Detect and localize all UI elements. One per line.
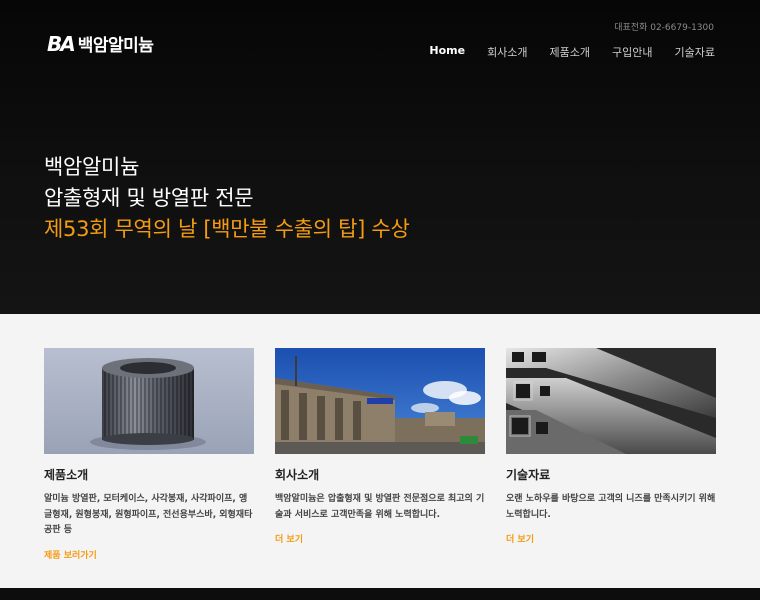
card-desc: 백암알미늄은 압출형재 및 방열판 전문점으로 최고의 기술과 서비스로 고객만… xyxy=(275,494,485,520)
logo-mark: BA xyxy=(47,31,76,56)
hero-tagline: 압출형재 및 방열판 전문 xyxy=(44,186,254,210)
nav-company[interactable]: 회사소개 xyxy=(487,44,527,60)
nav-home[interactable]: Home xyxy=(429,44,465,60)
building-image[interactable] xyxy=(275,348,485,454)
card-link[interactable]: 제품 보러가기 xyxy=(44,548,97,561)
hero-text: 백암알미늄 압출형재 및 방열판 전문 제53회 무역의 날 [백만불 수출의 … xyxy=(44,152,410,245)
card-title: 회사소개 xyxy=(275,468,320,482)
card-link[interactable]: 더 보기 xyxy=(275,532,303,545)
card-products: 제품소개 알미늄 방열판, 모터케이스, 사각봉재, 사각파이프, 앵글형재, … xyxy=(44,348,254,562)
profiles-image[interactable] xyxy=(506,348,716,454)
logo-text: 백암알미늄 xyxy=(77,36,154,56)
card-title: 기술자료 xyxy=(506,468,551,482)
card-company: 회사소개 백암알미늄은 압출형재 및 방열판 전문점으로 최고의 기술과 서비스… xyxy=(275,348,485,562)
hero-banner: BA 백암알미늄 대표전화 02-6679-1300 Home 회사소개 제품소… xyxy=(0,0,760,314)
hero-award: 제53회 무역의 날 [백만불 수출의 탑] 수상 xyxy=(44,217,410,241)
phone-number: 대표전화 02-6679-1300 xyxy=(614,23,714,33)
card-desc: 오랜 노하우를 바탕으로 고객의 니즈를 만족시키기 위해 노력합니다. xyxy=(506,494,716,520)
main-nav: Home 회사소개 제품소개 구입안내 기술자료 xyxy=(429,44,715,60)
logo[interactable]: BA 백암알미늄 xyxy=(47,31,154,57)
card-desc: 알미늄 방열판, 모터케이스, 사각봉재, 사각파이프, 앵글형재, 원형봉재,… xyxy=(44,494,253,535)
nav-purchase[interactable]: 구입안내 xyxy=(612,44,652,60)
nav-tech[interactable]: 기술자료 xyxy=(675,44,715,60)
card-tech: 기술자료 오랜 노하우를 바탕으로 고객의 니즈를 만족시키기 위해 노력합니다… xyxy=(506,348,716,562)
heatsink-image[interactable] xyxy=(44,348,254,454)
card-link[interactable]: 더 보기 xyxy=(506,532,534,545)
nav-products[interactable]: 제품소개 xyxy=(550,44,590,60)
hero-company: 백암알미늄 xyxy=(44,155,140,179)
footer-bar xyxy=(0,588,760,600)
feature-cards: 제품소개 알미늄 방열판, 모터케이스, 사각봉재, 사각파이프, 앵글형재, … xyxy=(44,348,716,562)
card-title: 제품소개 xyxy=(44,468,89,482)
